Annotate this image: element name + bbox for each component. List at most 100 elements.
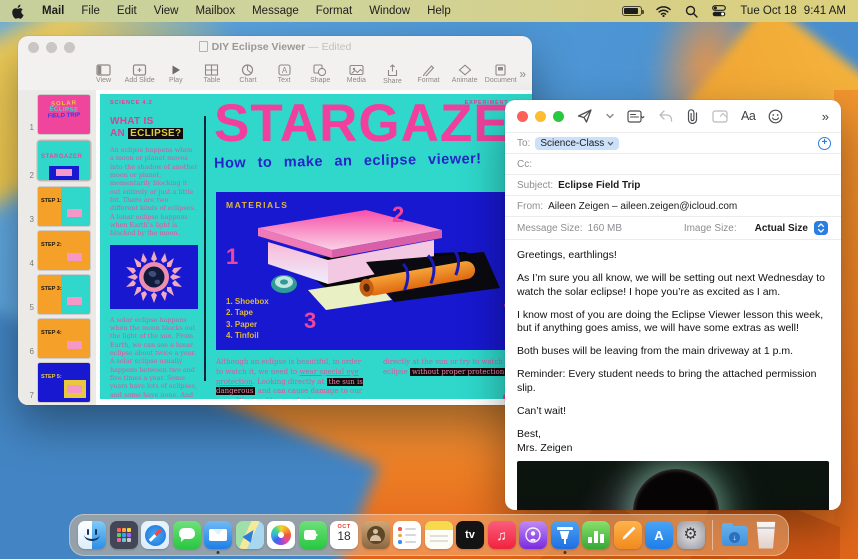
- slide-number: 1: [29, 123, 34, 132]
- message-body[interactable]: Greetings, earthlings! As I’m sure you a…: [505, 240, 841, 459]
- media-button[interactable]: Media: [339, 64, 374, 84]
- dock-launchpad-icon[interactable]: [109, 521, 138, 549]
- slide-4-thumbnail[interactable]: STEP 2:: [38, 231, 90, 270]
- dock-mail-icon[interactable]: [204, 521, 232, 549]
- dock-tv-icon[interactable]: tv: [456, 521, 484, 549]
- dock-facetime-icon[interactable]: [298, 521, 327, 549]
- share-button[interactable]: Share: [375, 63, 410, 85]
- play-button[interactable]: Play: [158, 64, 193, 84]
- text-button[interactable]: A Text: [267, 64, 302, 84]
- from-label: From:: [517, 200, 544, 212]
- slide-thumb-row[interactable]: 6 STEP 4:: [18, 319, 96, 358]
- slide-1-thumbnail[interactable]: SOLAR ECLIPSE FIELD TRIP: [38, 95, 90, 134]
- slide-6-thumbnail[interactable]: STEP 4:: [38, 319, 90, 358]
- menu-window[interactable]: Window: [369, 5, 410, 17]
- wifi-icon[interactable]: [656, 5, 672, 17]
- protection-highlight: without proper protection.: [409, 367, 509, 376]
- add-slide-button[interactable]: Add Slide: [122, 64, 157, 84]
- dock-safari-icon[interactable]: [141, 521, 169, 549]
- slide-thumb-row[interactable]: 4 STEP 2:: [18, 231, 96, 270]
- menu-edit[interactable]: Edit: [117, 5, 137, 17]
- animate-button[interactable]: Animate: [447, 64, 482, 84]
- body-paragraph: Can’t wait!: [517, 404, 567, 417]
- slide-thumb-row[interactable]: 3 STEP 1:: [18, 187, 96, 226]
- close-button[interactable]: [517, 110, 528, 122]
- dock-music-icon[interactable]: ♫: [487, 521, 516, 549]
- dock-reminders-icon[interactable]: [393, 521, 421, 549]
- eclipse-photo-attachment[interactable]: [517, 461, 829, 510]
- slide-3-thumbnail[interactable]: STEP 1:: [38, 187, 90, 226]
- slide-thumb-row[interactable]: 7 STEP 5:: [18, 363, 96, 402]
- view-button[interactable]: View: [86, 64, 121, 84]
- search-icon[interactable]: [685, 5, 699, 18]
- slide-number: 2: [29, 171, 34, 180]
- dock-numbers-icon[interactable]: [582, 521, 610, 549]
- mail-traffic-lights[interactable]: [517, 110, 564, 122]
- dock-finder-icon[interactable]: [78, 521, 106, 549]
- dock-podcasts-icon[interactable]: [519, 521, 547, 549]
- subject-field[interactable]: Subject: Eclipse Field Trip: [505, 175, 841, 196]
- apple-menu-icon[interactable]: [12, 4, 25, 19]
- menu-mailbox[interactable]: Mailbox: [195, 5, 235, 17]
- send-button[interactable]: [577, 108, 593, 124]
- document-button[interactable]: Document: [483, 64, 518, 84]
- dock-notes-icon[interactable]: [424, 521, 453, 549]
- to-field[interactable]: To: Science-Class +: [505, 133, 841, 154]
- dock-downloads-icon[interactable]: ↓: [721, 521, 749, 549]
- slide-thumb-row[interactable]: 2 STARGAZER: [18, 139, 96, 182]
- dock: OCT 18 tv ♫ A ⚙ ↓: [69, 514, 789, 556]
- header-fields-button[interactable]: [627, 109, 645, 123]
- cc-field[interactable]: Cc:: [505, 154, 841, 175]
- emoji-button[interactable]: [768, 109, 783, 124]
- from-field[interactable]: From: Aileen Zeigen – aileen.zeigen@iclo…: [505, 196, 841, 217]
- reply-button[interactable]: [658, 110, 673, 122]
- chart-button[interactable]: Chart: [230, 64, 265, 84]
- slide-7-thumbnail[interactable]: STEP 5:: [38, 363, 90, 402]
- menu-clock[interactable]: Tue Oct 18 9:41 AM: [740, 5, 846, 17]
- recipient-token[interactable]: Science-Class: [535, 136, 620, 150]
- send-options-chevron[interactable]: [606, 113, 614, 119]
- eclipse-moon: [633, 469, 719, 510]
- menu-file[interactable]: File: [81, 5, 100, 17]
- slide-left-column: WHAT IS AN ECLIPSE? An eclipse happens w…: [110, 116, 198, 399]
- mail-compose-window: Aa » To: Science-Class + Cc: Subject: Ec…: [505, 100, 841, 510]
- image-size-select[interactable]: Actual Size: [748, 220, 829, 236]
- dock-photos-icon[interactable]: [267, 521, 295, 549]
- toolbar-overflow-chevron[interactable]: »: [519, 67, 526, 81]
- dock-trash-icon[interactable]: [756, 521, 776, 549]
- dock-settings-icon[interactable]: ⚙: [676, 521, 705, 549]
- slide-2-thumbnail-selected[interactable]: STARGAZER: [38, 141, 90, 180]
- zoom-button[interactable]: [553, 110, 564, 122]
- toolbar-overflow-chevron[interactable]: »: [822, 109, 829, 124]
- desktop: Mail File Edit View Mailbox Message Form…: [0, 0, 858, 559]
- slide-thumb-row[interactable]: 5 STEP 3:: [18, 275, 96, 314]
- attach-button[interactable]: [686, 108, 699, 124]
- dock-pages-icon[interactable]: [613, 521, 642, 549]
- menu-message[interactable]: Message: [252, 5, 299, 17]
- menu-app-name[interactable]: Mail: [42, 5, 64, 17]
- dock-maps-icon[interactable]: [235, 521, 264, 549]
- slide-thumb-row[interactable]: 1 SOLAR ECLIPSE FIELD TRIP: [18, 95, 96, 134]
- body-paragraph: I know most of you are doing the Eclipse…: [517, 308, 824, 335]
- slide-stargazer[interactable]: SCIENCE 4.2 EXPERIMENT #11 WHAT IS AN EC…: [100, 94, 532, 399]
- keynote-titlebar[interactable]: DIY Eclipse Viewer — Edited: [18, 36, 532, 58]
- dock-contacts-icon[interactable]: [361, 521, 390, 549]
- shape-button[interactable]: Shape: [303, 64, 338, 84]
- control-center-icon[interactable]: [712, 5, 727, 17]
- dock-keynote-icon[interactable]: [550, 521, 579, 549]
- clock-date: Tue Oct 18: [740, 5, 797, 17]
- menu-help[interactable]: Help: [427, 5, 451, 17]
- insert-photo-button[interactable]: [712, 109, 728, 123]
- battery-icon[interactable]: [622, 6, 645, 16]
- format-button[interactable]: Format: [411, 64, 446, 84]
- menu-format[interactable]: Format: [316, 5, 352, 17]
- format-fonts-button[interactable]: Aa: [741, 109, 756, 123]
- table-button[interactable]: Table: [194, 64, 229, 84]
- slide-5-thumbnail[interactable]: STEP 3:: [38, 275, 90, 314]
- dock-calendar-icon[interactable]: OCT 18: [330, 521, 358, 549]
- menu-view[interactable]: View: [154, 5, 179, 17]
- add-recipient-button[interactable]: +: [818, 136, 831, 150]
- minimize-button[interactable]: [535, 110, 546, 122]
- dock-messages-icon[interactable]: [172, 521, 201, 549]
- dock-appstore-icon[interactable]: A: [645, 521, 673, 549]
